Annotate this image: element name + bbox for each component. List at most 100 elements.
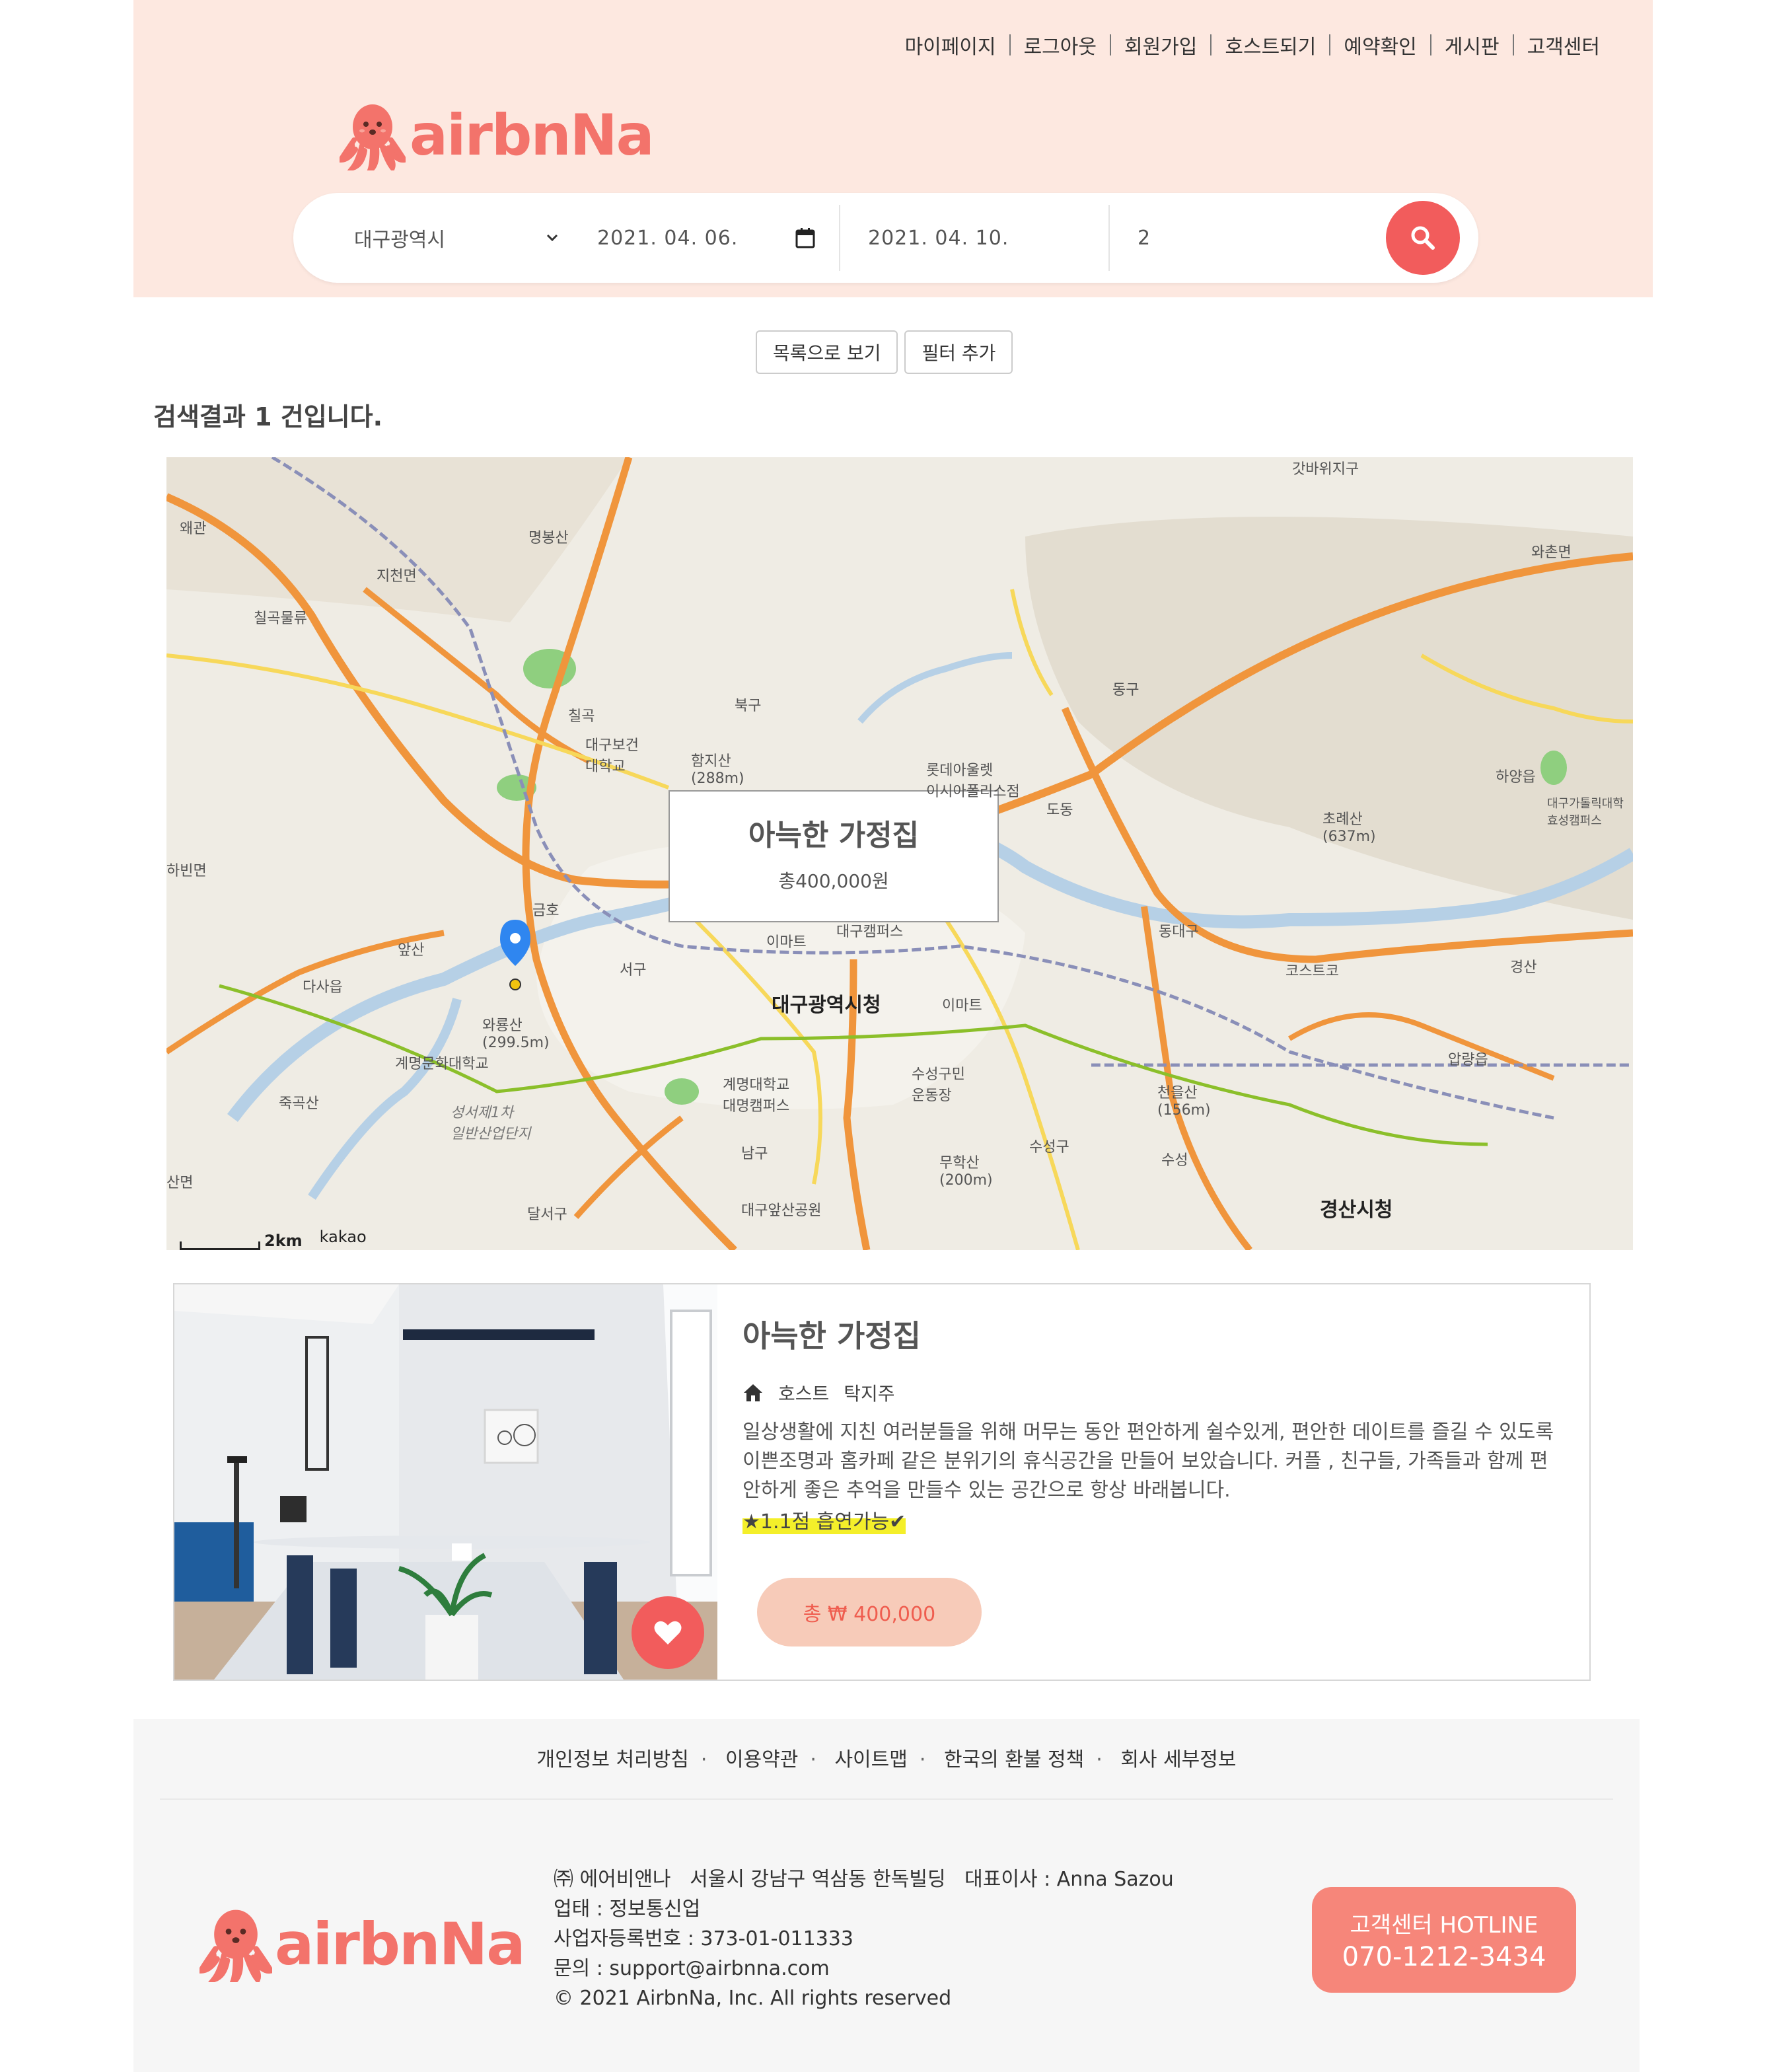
octopus-logo-icon <box>340 104 406 170</box>
listing-photo[interactable] <box>174 1284 717 1680</box>
map-scale: 2km kakao <box>180 1228 367 1250</box>
site-logo[interactable]: airbnNa <box>340 100 655 170</box>
map-label: 대구가톨릭대학 효성캠퍼스 <box>1547 797 1624 828</box>
map-label: 왜관 <box>180 521 207 537</box>
search-divider <box>839 205 840 271</box>
search-icon <box>1411 226 1435 250</box>
footer-links: 개인정보 처리방침 · 이용약관 · 사이트맵 · 한국의 환불 정책 · 회사 세부정… <box>133 1743 1640 1772</box>
map-label: 앞산 <box>398 942 425 959</box>
host-name: 탁지주 <box>844 1383 895 1405</box>
map-label: 달서구 <box>527 1206 567 1223</box>
footer-link-company[interactable]: 회사 세부정보 <box>1120 1748 1236 1771</box>
map-label: 계명대학교 대명캠퍼스 <box>723 1077 790 1115</box>
host-label: 호스트 <box>778 1383 830 1405</box>
map-label: 이마트 <box>942 998 982 1014</box>
listing-info: 아늑한 가정집 호스트 탁지주 일상생활에 지친 여러분들을 위해 머무는 동안… <box>742 1312 1562 1534</box>
map-view[interactable]: 아늑한 가정집 총400,000원 대구광역시청 북구 서구 남구 동구 수성구… <box>166 457 1633 1250</box>
nav-reservations[interactable]: 예약확인 <box>1330 30 1429 59</box>
map-label: 동구 <box>1112 682 1140 698</box>
company-line: ㈜ 에어비앤나 서울시 강남구 역삼동 한독빌딩 대표이사 : Anna Saz… <box>554 1868 1174 1891</box>
map-label: 수성구 <box>1029 1139 1069 1156</box>
popup-price: 총400,000원 <box>778 870 889 892</box>
map-label: 칠곡 <box>568 708 595 725</box>
company-info: ㈜ 에어비앤나 서울시 강남구 역삼동 한독빌딩 대표이사 : Anna Saz… <box>554 1865 1174 2013</box>
header: 마이페이지 로그아웃 회원가입 호스트되기 예약확인 게시판 고객센터 airb… <box>133 0 1653 297</box>
map-provider: kakao <box>319 1228 367 1246</box>
add-filter-button[interactable]: 필터 추가 <box>904 330 1013 374</box>
nav-signup[interactable]: 회원가입 <box>1111 30 1210 59</box>
favorite-button[interactable] <box>632 1596 704 1669</box>
checkout-date-input[interactable]: 2021. 04. 10. <box>868 193 1066 283</box>
listing-rating: ★1.1점 흡연가능✔ <box>742 1505 906 1534</box>
list-view-button[interactable]: 목록으로 보기 <box>756 330 898 374</box>
contact-email: 문의 : support@airbnna.com <box>554 1957 830 1980</box>
map-label: 성서제1차 일반산업단지 <box>451 1105 531 1142</box>
copyright: © 2021 AirbnNa, Inc. All rights reserved <box>554 1987 952 2010</box>
city-select[interactable]: 대구광역시 <box>354 193 559 283</box>
map-label: 대구캠퍼스 <box>836 924 904 940</box>
map-label: 초례산 (637m) <box>1322 811 1376 845</box>
footer-link-refund[interactable]: 한국의 환불 정책 <box>944 1748 1084 1771</box>
nav-support[interactable]: 고객센터 <box>1514 30 1613 59</box>
map-label: 지천면 <box>377 568 417 585</box>
map-label: 무학산 (200m) <box>939 1155 993 1189</box>
footer-link-privacy[interactable]: 개인정보 처리방침 <box>537 1748 689 1771</box>
listing-description: 일상생활에 지친 여러분들을 위해 머무는 동안 편안하게 쉴수있게, 편안한 … <box>742 1421 1554 1502</box>
checkout-value: 2021. 04. 10. <box>868 226 1009 250</box>
guest-count-input[interactable]: 2 <box>1138 193 1270 283</box>
map-label: 하양읍 <box>1496 769 1536 786</box>
nav-mypage[interactable]: 마이페이지 <box>892 30 1009 59</box>
footer-logo-text: airbnNa <box>275 1909 526 1978</box>
map-label: 도동 <box>1046 802 1073 819</box>
map-label: 이마트 <box>766 934 807 951</box>
footer-dot: · <box>810 1748 816 1771</box>
hotline-label: 고객센터 HOTLINE <box>1350 1912 1538 1939</box>
footer-link-terms[interactable]: 이용약관 <box>725 1748 798 1771</box>
map-label: 칠곡물류 <box>254 610 307 627</box>
map-label: 죽곡산 <box>279 1095 319 1112</box>
map-label: 경산시청 <box>1320 1199 1393 1222</box>
map-label: 명봉산 <box>528 530 569 546</box>
result-count: 검색결과 1 건입니다. <box>153 402 383 431</box>
checkin-date-input[interactable]: 2021. 04. 06. <box>597 193 815 283</box>
nav-logout[interactable]: 로그아웃 <box>1011 30 1110 59</box>
listing-host: 호스트 탁지주 <box>742 1380 1562 1406</box>
map-label: 산면 <box>166 1175 194 1191</box>
map-label: 롯데아울렛 이시아폴리스점 <box>926 762 1020 800</box>
city-value: 대구광역시 <box>354 229 445 252</box>
listing-card[interactable]: 아늑한 가정집 호스트 탁지주 일상생활에 지친 여러분들을 위해 머무는 동안… <box>173 1283 1591 1681</box>
hotline-number: 070-1212-3434 <box>1342 1942 1546 1972</box>
map-label: 다사읍 <box>303 979 343 996</box>
calendar-icon[interactable] <box>795 227 815 248</box>
map-label: 금호 <box>532 903 560 919</box>
map-label: 수성 <box>1161 1152 1188 1169</box>
map-label: 하빈면 <box>166 863 207 879</box>
footer-link-sitemap[interactable]: 사이트맵 <box>834 1748 907 1771</box>
top-nav: 마이페이지 로그아웃 회원가입 호스트되기 예약확인 게시판 고객센터 <box>892 30 1613 59</box>
search-bar: 대구광역시 2021. 04. 06. 2021. 04. 10. 2 <box>293 193 1478 283</box>
octopus-logo-icon <box>199 1909 272 1982</box>
search-divider <box>1108 205 1110 271</box>
map-label: 압량읍 <box>1448 1052 1488 1068</box>
listing-title[interactable]: 아늑한 가정집 <box>742 1312 1562 1356</box>
map-popup[interactable]: 아늑한 가정집 총400,000원 <box>669 790 999 922</box>
home-icon <box>744 1384 762 1401</box>
footer-dot: · <box>700 1748 707 1771</box>
map-label: 대구광역시청 <box>772 994 881 1017</box>
map-label: 갓바위지구 <box>1292 461 1359 478</box>
footer-dot: · <box>1096 1748 1103 1771</box>
footer-dot: · <box>919 1748 926 1771</box>
footer-divider <box>160 1798 1613 1800</box>
nav-board[interactable]: 게시판 <box>1431 30 1513 59</box>
map-label: 와촌면 <box>1531 544 1572 561</box>
registration-number: 사업자등록번호 : 373-01-011333 <box>554 1927 853 1950</box>
nav-become-host[interactable]: 호스트되기 <box>1212 30 1329 59</box>
price-button[interactable]: 총 ₩ 400,000 <box>757 1578 982 1646</box>
footer-logo[interactable]: airbnNa <box>199 1906 526 1982</box>
search-button[interactable] <box>1386 201 1460 275</box>
hotline-button[interactable]: 고객센터 HOTLINE 070-1212-3434 <box>1312 1887 1576 1993</box>
map-label: 와룡산 (299.5m) <box>482 1018 550 1051</box>
checkin-value: 2021. 04. 06. <box>597 226 739 250</box>
map-label: 천을산 (156m) <box>1157 1085 1211 1119</box>
map-label: 대구보건 대학교 <box>585 737 639 775</box>
